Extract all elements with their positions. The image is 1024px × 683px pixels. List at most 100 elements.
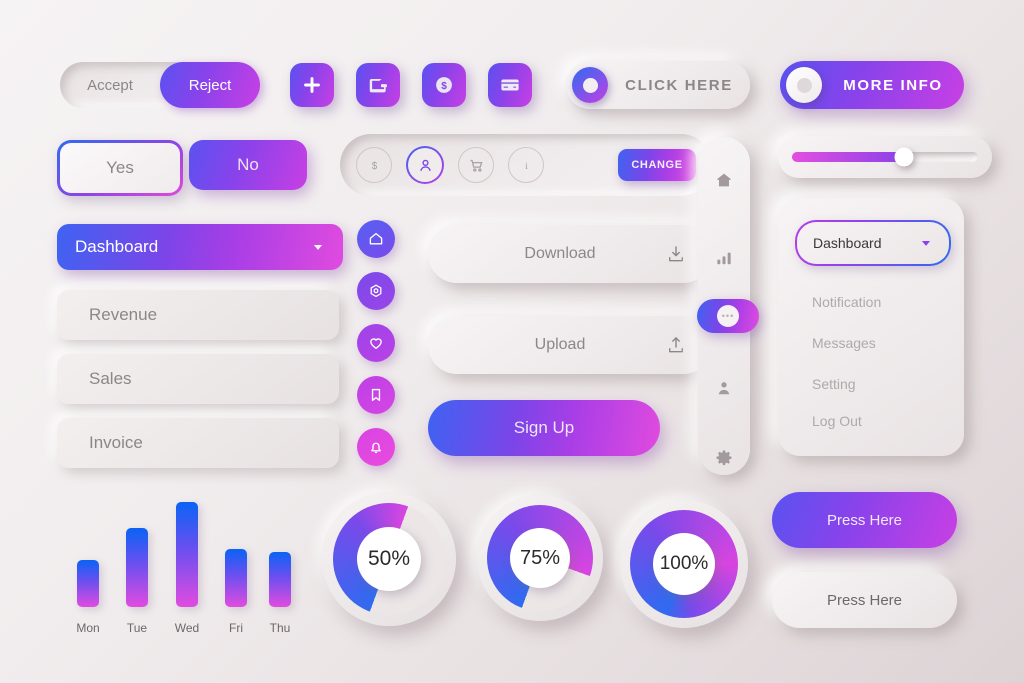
dropdown-item-logout[interactable]: Log Out — [812, 413, 862, 429]
sidebar-item-profile[interactable] — [709, 373, 739, 403]
chat-icon: ••• — [717, 305, 739, 327]
download-button[interactable]: Download — [428, 225, 712, 283]
plus-icon-button[interactable] — [290, 63, 334, 107]
press-here-label: Press Here — [826, 591, 903, 609]
list-item-revenue[interactable]: Revenue — [57, 290, 339, 340]
yes-button-label: Yes — [60, 143, 180, 193]
list-item-label: Revenue — [89, 305, 158, 324]
list-item-invoice[interactable]: Invoice — [57, 418, 339, 468]
dropdown-selected-dashboard[interactable]: Dashboard — [795, 220, 951, 266]
press-here-button-primary[interactable]: Press Here — [772, 492, 957, 548]
yes-button[interactable]: Yes — [57, 140, 183, 196]
dropdown-item-label: Log Out — [812, 413, 862, 429]
upload-icon — [669, 337, 683, 353]
slider-knob[interactable] — [894, 147, 914, 167]
cart-icon — [469, 159, 482, 172]
wallet-icon-button[interactable] — [356, 63, 400, 107]
gear-icon — [716, 450, 732, 466]
chevron-down-icon — [921, 240, 931, 246]
user-icon-button-active[interactable] — [406, 146, 444, 184]
toggle-more-info[interactable]: MORE INFO — [780, 61, 964, 109]
no-button-label: No — [237, 155, 259, 174]
chart-x-label: Thu — [269, 621, 291, 635]
list-item-label: Sales — [89, 369, 132, 388]
download-button-label: Download — [524, 245, 596, 262]
credit-card-icon-button[interactable] — [488, 63, 532, 107]
dollar-icon-button[interactable]: $ — [356, 147, 392, 183]
chart-x-label: Wed — [174, 621, 200, 635]
no-button[interactable]: No — [189, 140, 307, 190]
chart-x-label: Fri — [229, 621, 243, 635]
slider-track[interactable] — [792, 147, 978, 167]
toggle-click-here[interactable]: CLICK HERE — [566, 61, 750, 109]
press-here-button-secondary[interactable]: Press Here — [772, 572, 957, 628]
chart-bar — [77, 560, 99, 607]
toggle-label-more-info: MORE INFO — [843, 76, 943, 94]
upload-button-label: Upload — [534, 336, 586, 353]
toggle-label-click-here: CLICK HERE — [625, 76, 733, 94]
toggle-knob-more-info[interactable] — [786, 67, 822, 103]
home-icon-button[interactable] — [357, 220, 395, 258]
chart-bar — [176, 502, 198, 607]
download-icon — [669, 246, 683, 262]
chart-bar — [269, 552, 291, 607]
dropdown-item-label: Messages — [812, 335, 876, 351]
upload-button[interactable]: Upload — [428, 316, 712, 374]
weekly-bar-chart: Mon Tue Wed Fri Thu — [66, 490, 306, 635]
dollar-circle-icon: $ — [436, 77, 452, 93]
segmented-control-accept-reject[interactable]: Accept Reject — [60, 62, 260, 108]
signup-button[interactable]: Sign Up — [428, 400, 660, 456]
chart-x-label: Tue — [126, 621, 148, 635]
svg-text:$: $ — [371, 161, 377, 172]
info-icon-button[interactable]: i — [508, 147, 544, 183]
settings-hex-icon — [370, 284, 382, 298]
user-icon — [718, 382, 730, 395]
dropdown-item-label: Notification — [812, 294, 882, 310]
progress-ring: 50% — [333, 503, 445, 615]
dropdown-item-setting[interactable]: Setting — [812, 376, 856, 392]
sidebar-item-settings[interactable] — [709, 443, 739, 473]
heart-icon-button[interactable] — [357, 324, 395, 362]
dropdown-item-label: Setting — [812, 376, 856, 392]
toggle-knob-click-here[interactable] — [572, 67, 608, 103]
sidebar-item-messages-active[interactable]: ••• — [697, 299, 759, 333]
ui-kit-canvas: Accept Reject $ CLICK HERE MORE INFO Yes… — [0, 0, 1024, 683]
progress-circle-75: 75% — [477, 495, 603, 621]
heart-icon — [370, 338, 382, 349]
sidebar-item-home[interactable] — [709, 165, 739, 195]
dropdown-item-notification[interactable]: Notification — [812, 294, 881, 310]
segment-reject[interactable]: Reject — [160, 62, 260, 108]
press-here-label: Press Here — [826, 511, 903, 529]
svg-text:i: i — [525, 161, 528, 172]
home-icon — [717, 173, 731, 187]
credit-card-icon — [501, 79, 519, 91]
chart-bar — [126, 528, 148, 607]
bell-icon — [371, 442, 381, 454]
chart-bar — [225, 549, 247, 607]
slider-fill — [792, 152, 904, 162]
plus-icon — [304, 77, 320, 93]
settings-hex-icon-button[interactable] — [357, 272, 395, 310]
bookmark-icon-button[interactable] — [357, 376, 395, 414]
segment-accept[interactable]: Accept — [60, 62, 160, 108]
progress-circle-50: 50% — [322, 492, 456, 626]
chevron-down-icon — [313, 244, 323, 250]
dashboard-select[interactable]: Dashboard — [57, 224, 343, 270]
list-item-sales[interactable]: Sales — [57, 354, 339, 404]
slider-control[interactable] — [778, 136, 992, 178]
dropdown-selected-label: Dashboard — [813, 235, 882, 251]
progress-ring: 75% — [487, 505, 593, 611]
dropdown-menu-card: Dashboard Notification Messages Setting … — [778, 198, 964, 456]
bookmark-icon — [371, 388, 381, 402]
user-icon — [419, 159, 431, 171]
cart-icon-button[interactable] — [458, 147, 494, 183]
dollar-circle-icon-button[interactable]: $ — [422, 63, 466, 107]
svg-text:$: $ — [441, 81, 447, 92]
change-button[interactable]: CHANGE — [618, 149, 696, 181]
progress-value-label: 75% — [510, 528, 570, 588]
vertical-sidebar: ••• — [697, 137, 759, 475]
bell-icon-button[interactable] — [357, 428, 395, 466]
dropdown-item-messages[interactable]: Messages — [812, 335, 876, 351]
icon-toolbar: $ i CHANGE — [340, 134, 712, 196]
sidebar-item-analytics[interactable] — [709, 243, 739, 273]
